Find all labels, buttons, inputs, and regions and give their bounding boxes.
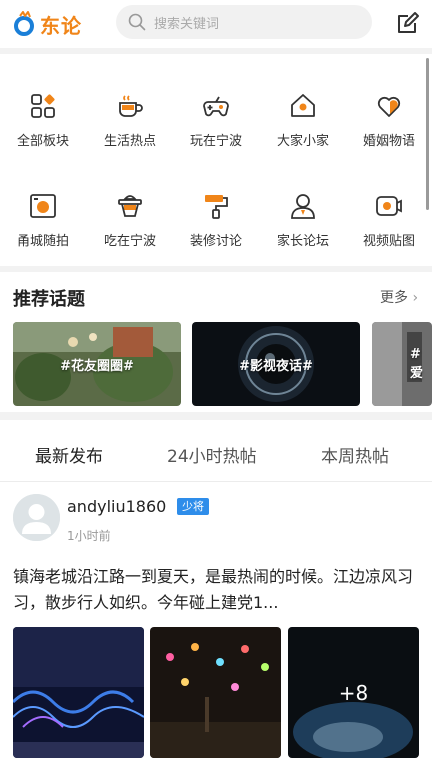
category-label: 玩在宁波 <box>189 134 242 149</box>
category-parents[interactable]: 家长论坛 <box>260 192 346 272</box>
lantern-trees-image <box>150 627 281 758</box>
more-images-count: +8 <box>288 627 419 758</box>
category-home[interactable]: 大家小家 <box>260 92 346 172</box>
section-title: 推荐话题 <box>13 289 85 310</box>
grid-icon <box>31 94 55 118</box>
rank-badge: 少将 <box>177 498 209 515</box>
feed-tabs: 最新发布 24小时热帖 本周热帖 <box>0 420 432 482</box>
post-time: 1小时前 <box>67 529 111 543</box>
paint-roller-icon <box>205 195 228 219</box>
category-all-boards[interactable]: 全部板块 <box>0 92 86 172</box>
category-photos[interactable]: 甬城随拍 <box>0 192 86 272</box>
category-label: 全部板块 <box>16 134 69 149</box>
category-life-hot[interactable]: 生活热点 <box>87 92 173 172</box>
topic-card-flowers[interactable]: #花友圈圈# <box>13 322 181 406</box>
edit-icon[interactable] <box>395 10 421 36</box>
gamepad-icon <box>203 96 229 117</box>
post-image[interactable]: +8 <box>288 627 419 758</box>
topic-label: #影视夜话# <box>239 358 313 374</box>
category-label: 婚姻物语 <box>362 134 415 149</box>
category-food[interactable]: 吃在宁波 <box>87 192 173 272</box>
app-logo[interactable]: 东论 <box>12 8 82 40</box>
category-grid: 全部板块 生活热点 玩在宁波 大家小家 婚姻物语 甬城随拍 吃在宁波 装修讨论 … <box>0 54 432 266</box>
top-bar: 东论 搜索关键词 <box>0 0 432 48</box>
post-content[interactable]: 镇海老城沿江路一到夏天，是最热闹的时候。江边凉风习习，散步行人如织。今年碰上建党… <box>13 564 419 616</box>
video-icon <box>376 196 402 216</box>
tab-24h-hot[interactable]: 24小时热帖 <box>167 442 257 467</box>
category-marriage[interactable]: 婚姻物语 <box>346 92 432 172</box>
night-lights-image <box>13 627 144 758</box>
logo-icon <box>14 11 34 36</box>
category-label: 视频贴图 <box>362 234 415 249</box>
topic-card-partial[interactable]: #爱 <box>372 322 432 406</box>
user-icon <box>13 494 60 541</box>
chevron-right-icon: › <box>412 290 419 306</box>
tab-week-hot[interactable]: 本周热帖 <box>321 442 389 467</box>
search-icon <box>128 13 146 31</box>
category-label: 家长论坛 <box>276 234 329 249</box>
search-placeholder: 搜索关键词 <box>154 16 220 32</box>
cup-icon <box>119 95 143 117</box>
category-decoration[interactable]: 装修讨论 <box>173 192 259 272</box>
category-label: 大家小家 <box>276 134 329 149</box>
category-label: 甬城随拍 <box>16 234 69 249</box>
post-card[interactable]: andyliu1860 少将 1小时前 镇海老城沿江路一到夏天，是最热闹的时候。… <box>0 482 432 768</box>
topic-card-movies[interactable]: #影视夜话# <box>192 322 360 406</box>
camera-icon <box>30 194 56 218</box>
post-image[interactable] <box>13 627 144 758</box>
category-label: 生活热点 <box>103 134 156 149</box>
username[interactable]: andyliu1860 <box>67 497 166 516</box>
tab-latest[interactable]: 最新发布 <box>35 442 103 467</box>
topic-label: #爱 <box>410 347 424 381</box>
topic-label: #花友圈圈# <box>60 358 134 374</box>
avatar[interactable] <box>13 494 60 541</box>
logo-text: 东论 <box>40 13 82 38</box>
category-video[interactable]: 视频贴图 <box>346 192 432 272</box>
more-link[interactable]: 更多 › <box>380 287 418 307</box>
category-label: 装修讨论 <box>189 234 242 249</box>
category-label: 吃在宁波 <box>103 234 156 249</box>
category-play-ningbo[interactable]: 玩在宁波 <box>173 92 259 172</box>
recommended-topics: 推荐话题 更多 › #花友圈圈# #影视夜话# #爱 <box>0 272 432 412</box>
home-icon <box>291 94 315 117</box>
parent-icon <box>291 194 315 219</box>
food-icon <box>118 195 142 217</box>
post-image[interactable] <box>150 627 281 758</box>
search-input[interactable]: 搜索关键词 <box>116 5 372 39</box>
heart-icon <box>377 96 401 117</box>
scrollbar[interactable] <box>426 58 429 210</box>
more-label: 更多 <box>380 290 408 306</box>
